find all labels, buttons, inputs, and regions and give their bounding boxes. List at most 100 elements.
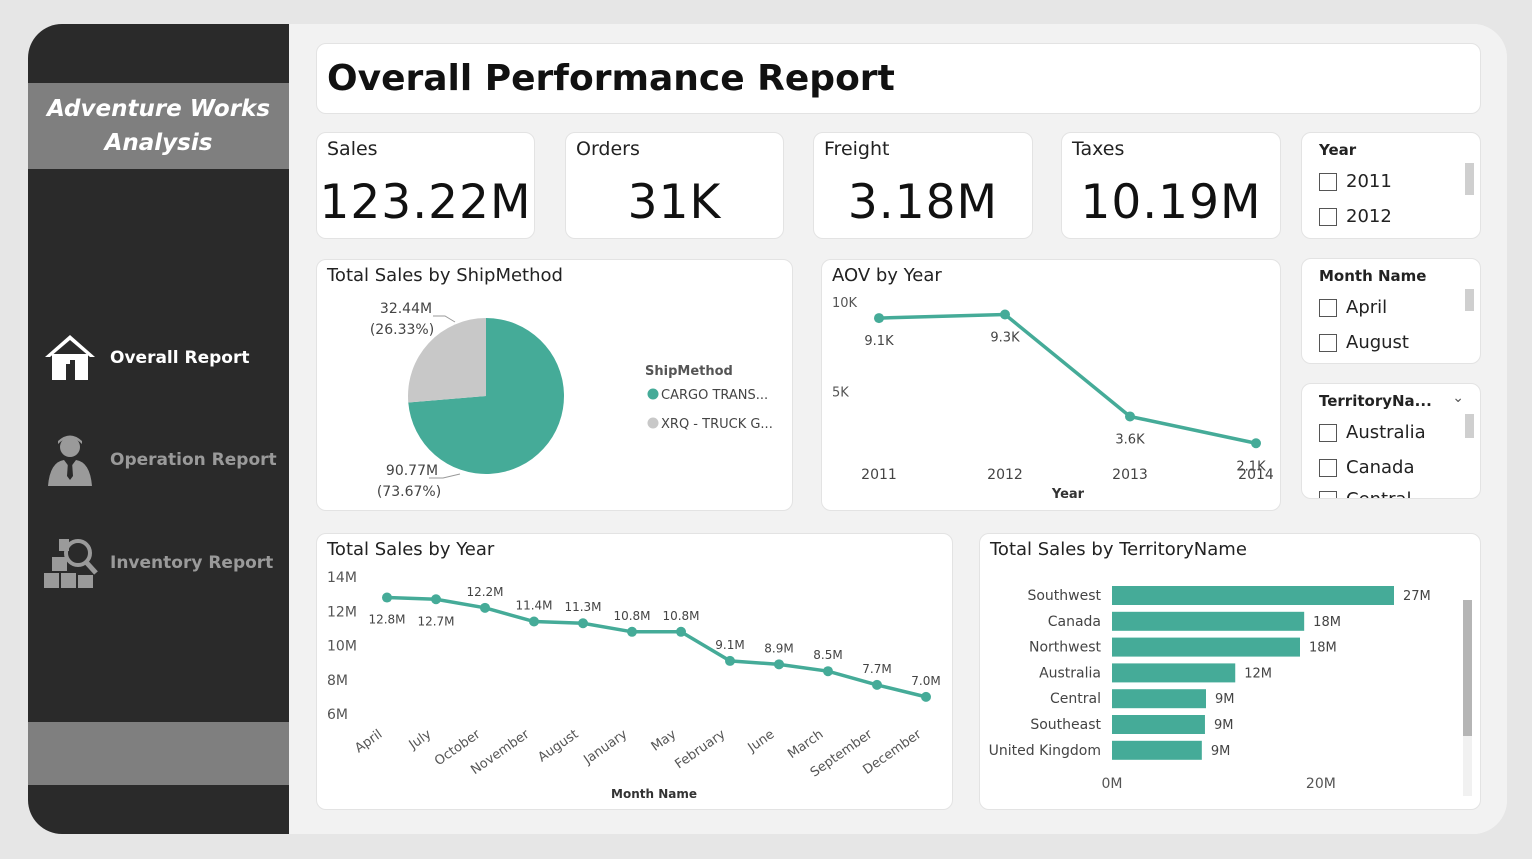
option-label: April — [1346, 297, 1388, 318]
nav-overall-report[interactable]: Overall Report — [42, 329, 289, 387]
data-point — [578, 618, 588, 629]
slicer-option-central[interactable]: Central — [1319, 489, 1412, 498]
kpi-value: 31K — [627, 175, 722, 230]
leader-line — [433, 315, 456, 323]
slicer-option-april[interactable]: April — [1319, 297, 1387, 318]
y-tick-label: 10K — [832, 296, 858, 311]
slicer-scrollbar[interactable] — [1465, 414, 1474, 438]
data-label: 9M — [1214, 718, 1234, 733]
kpi-label: Orders — [576, 138, 640, 160]
option-label: 2012 — [1346, 206, 1392, 227]
option-label: Australia — [1346, 422, 1426, 443]
option-label: Canada — [1346, 457, 1415, 478]
x-tick-label: March — [785, 727, 826, 762]
checkbox[interactable] — [1319, 207, 1337, 226]
option-label: August — [1346, 332, 1409, 353]
category-label: Central — [1050, 691, 1101, 707]
category-label: Southeast — [1030, 717, 1101, 733]
slicer-option-canada[interactable]: Canada — [1319, 457, 1415, 478]
territory-chart-card[interactable]: Total Sales by TerritoryName Southwest 27… — [979, 533, 1481, 810]
data-point — [676, 626, 686, 637]
aov-line-chart[interactable]: 10K5K9.1K 9.3K3.6K2.1K2011 2012 2013 2014Yea… — [822, 260, 1281, 511]
data-label: 12.8M — [368, 613, 405, 627]
data-point — [627, 626, 637, 637]
data-label: 3.6K — [1115, 432, 1145, 447]
territory-slicer[interactable]: TerritoryNa... ⌄ Australia Canada Centra… — [1301, 383, 1481, 499]
slicer-option-australia[interactable]: Australia — [1319, 422, 1426, 443]
kpi-card-orders[interactable]: Orders 31K — [565, 132, 784, 239]
nav-label: Inventory Report — [110, 553, 274, 573]
house-icon — [45, 335, 95, 380]
data-label: 9M — [1215, 692, 1235, 707]
nav-inventory-report[interactable]: Inventory Report — [42, 534, 289, 592]
legend-marker — [647, 388, 659, 400]
pie-chart[interactable]: 90.77M (73.67%) 32.44M (26.33%) ShipMethod CA… — [317, 260, 793, 511]
data-label: 8.5M — [813, 648, 842, 662]
kpi-card-sales[interactable]: Sales 123.22M — [316, 132, 535, 239]
territory-bar-chart[interactable]: Southwest 27M Canada 18M Northwest 18M Austral… — [980, 534, 1481, 810]
x-tick-label: June — [745, 727, 778, 756]
kpi-label: Sales — [327, 138, 378, 160]
data-point — [480, 602, 490, 613]
x-tick-label: 0M — [1102, 776, 1123, 792]
report-canvas: Adventure Works Analysis Overall Report … — [28, 24, 1507, 834]
data-label: 18M — [1309, 641, 1337, 656]
sales-by-year-line-chart[interactable]: 14M 12M 10M 8M 6M 12.8M 12.7M 12.2M 11.4M 11.3M 10… — [317, 534, 953, 810]
x-tick-label: 2014 — [1238, 467, 1274, 483]
slice-pct-label: (73.67%) — [377, 484, 441, 500]
kpi-label: Taxes — [1072, 138, 1125, 160]
data-label: 10.8M — [662, 609, 699, 623]
checkbox[interactable] — [1319, 172, 1337, 191]
data-label: 8.9M — [764, 641, 793, 655]
category-label: Australia — [1039, 665, 1101, 681]
checkbox[interactable] — [1319, 423, 1337, 442]
nav-operation-report[interactable]: Operation Report — [42, 431, 289, 489]
checkbox[interactable] — [1319, 458, 1337, 477]
data-point — [823, 666, 833, 677]
data-point — [874, 313, 884, 324]
bar — [1112, 715, 1205, 734]
slicer-title: TerritoryNa... — [1319, 392, 1432, 410]
slicer-option-august[interactable]: August — [1319, 332, 1409, 353]
data-label: 11.4M — [515, 599, 552, 613]
data-label: 7.7M — [862, 662, 891, 676]
slicer-scrollbar[interactable] — [1465, 289, 1474, 311]
data-label: 11.3M — [564, 600, 601, 614]
bar — [1112, 740, 1202, 760]
x-tick-label: 2011 — [861, 467, 897, 483]
checkbox[interactable] — [1319, 490, 1337, 498]
chevron-down-icon[interactable]: ⌄ — [1452, 390, 1464, 406]
kpi-card-freight[interactable]: Freight 3.18M — [813, 132, 1033, 239]
y-tick-label: 5K — [832, 385, 849, 400]
bar — [1112, 637, 1300, 657]
data-label: 7.0M — [911, 674, 940, 688]
data-point — [1125, 411, 1135, 422]
brand-title: Adventure Works Analysis — [28, 83, 289, 169]
checkbox[interactable] — [1319, 298, 1337, 317]
title-card: Overall Performance Report — [316, 43, 1481, 114]
data-label: 18M — [1313, 615, 1341, 630]
inventory-search-icon — [44, 539, 98, 588]
slice-pct-label: (26.33%) — [370, 322, 434, 338]
slicer-scrollbar[interactable] — [1465, 163, 1474, 195]
data-label: 9M — [1211, 744, 1231, 759]
x-tick-label: May — [649, 727, 680, 755]
data-point — [382, 592, 392, 603]
y-tick-label: 8M — [327, 673, 348, 689]
kpi-card-taxes[interactable]: Taxes 10.19M — [1061, 132, 1281, 239]
month-slicer[interactable]: Month Name April August — [1301, 258, 1481, 364]
y-tick-label: 12M — [327, 604, 357, 620]
data-point — [1251, 438, 1261, 449]
category-label: United Kingdom — [989, 743, 1101, 759]
pie-chart-card[interactable]: Total Sales by ShipMethod 90.77M (73.67%)… — [316, 259, 793, 511]
sales-by-year-chart-card[interactable]: Total Sales by Year 14M 12M 10M 8M 6M 12.8M 12… — [316, 533, 953, 810]
checkbox[interactable] — [1319, 333, 1337, 352]
series-line — [878, 312, 1257, 445]
aov-chart-card[interactable]: AOV by Year 10K 5K 9.1K 9.3K 3.6K 2.1K 2011 201… — [821, 259, 1281, 511]
slicer-option-2012[interactable]: 2012 — [1319, 206, 1392, 227]
x-tick-label: February — [672, 727, 728, 773]
slicer-option-2011[interactable]: 2011 — [1319, 171, 1392, 192]
year-slicer[interactable]: Year 2011 2012 — [1301, 132, 1481, 239]
bar — [1112, 611, 1305, 631]
slicer-title: Year — [1319, 141, 1357, 159]
